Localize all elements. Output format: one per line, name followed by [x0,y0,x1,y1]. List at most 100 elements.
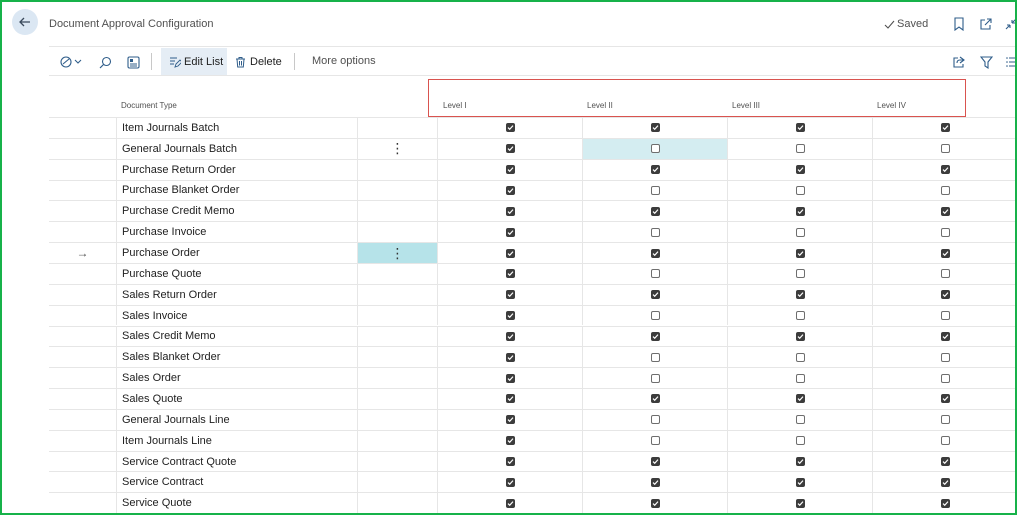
level-checkbox[interactable] [940,436,950,446]
back-button[interactable] [12,9,38,35]
row-actions-cell[interactable] [358,201,438,222]
table-row[interactable]: Sales Order [49,367,1015,389]
table-row[interactable]: Sales Invoice [49,304,1015,326]
level-checkbox[interactable] [505,457,515,467]
level-checkbox[interactable] [650,185,660,195]
level-checkbox[interactable] [940,248,950,258]
table-row[interactable]: Sales Quote [49,388,1015,409]
table-row[interactable]: → Purchase Order ⋮ [49,242,1015,263]
level-checkbox[interactable] [505,290,515,300]
level-checkbox[interactable] [505,352,515,362]
level-checkbox[interactable] [650,477,660,487]
level-checkbox[interactable] [795,206,805,216]
level-checkbox[interactable] [940,123,950,133]
level-checkbox[interactable] [650,165,660,175]
document-type-cell[interactable]: Purchase Invoice [117,222,358,243]
level-checkbox[interactable] [795,227,805,237]
level-checkbox[interactable] [940,269,950,279]
level-checkbox[interactable] [795,498,805,508]
level-checkbox[interactable] [505,123,515,133]
document-type-cell[interactable]: General Journals Batch [117,138,358,159]
level-checkbox[interactable] [505,373,515,383]
row-actions-cell[interactable] [358,284,438,305]
bookmark-icon[interactable] [951,16,967,32]
level-checkbox[interactable] [795,331,805,341]
level-checkbox[interactable] [505,477,515,487]
document-type-cell[interactable]: Item Journals Line [117,430,358,451]
level-checkbox[interactable] [650,498,660,508]
level-checkbox[interactable] [650,331,660,341]
level-checkbox[interactable] [795,290,805,300]
filter-button[interactable] [978,53,994,71]
level-checkbox[interactable] [650,227,660,237]
table-row[interactable]: Purchase Quote [49,262,1015,284]
level-checkbox[interactable] [940,477,950,487]
more-options-button[interactable]: More options [312,55,376,67]
level-checkbox[interactable] [505,144,515,154]
table-row[interactable]: Item Journals Batch [49,117,1015,138]
level-checkbox[interactable] [795,394,805,404]
row-actions-cell[interactable] [358,451,438,472]
document-type-cell[interactable]: Sales Order [117,368,358,389]
edit-list-button[interactable]: Edit List [161,48,227,75]
row-actions-cell[interactable] [358,472,438,493]
level-checkbox[interactable] [940,227,950,237]
level-checkbox[interactable] [795,436,805,446]
document-type-cell[interactable]: Sales Invoice [117,305,358,326]
level-checkbox[interactable] [505,227,515,237]
row-actions-cell[interactable] [358,222,438,243]
level-checkbox[interactable] [940,331,950,341]
level-checkbox[interactable] [650,352,660,362]
level-checkbox[interactable] [505,436,515,446]
document-type-cell[interactable]: Sales Return Order [117,284,358,305]
document-type-cell[interactable]: Purchase Order [117,243,358,263]
level-checkbox[interactable] [650,457,660,467]
row-actions-cell[interactable] [358,389,438,409]
document-type-cell[interactable]: Purchase Quote [117,263,358,284]
row-actions-cell[interactable] [358,118,438,138]
level-checkbox[interactable] [505,331,515,341]
level-checkbox[interactable] [795,269,805,279]
level-checkbox[interactable] [650,290,660,300]
level-checkbox[interactable] [940,415,950,425]
collapse-icon[interactable] [1003,16,1015,32]
level-checkbox[interactable] [505,415,515,425]
level-checkbox[interactable] [940,206,950,216]
level-checkbox[interactable] [505,394,515,404]
row-actions-cell[interactable] [358,326,438,347]
document-type-cell[interactable]: Purchase Blanket Order [117,180,358,201]
table-row[interactable]: Purchase Blanket Order [49,179,1015,201]
level-checkbox[interactable] [940,311,950,321]
table-row[interactable]: Service Contract [49,471,1015,493]
level-checkbox[interactable] [940,373,950,383]
level-checkbox[interactable] [940,394,950,404]
view-options-button[interactable] [59,53,87,71]
level-checkbox[interactable] [795,415,805,425]
document-type-cell[interactable]: General Journals Line [117,409,358,430]
level-checkbox[interactable] [795,248,805,258]
search-button[interactable] [97,53,113,71]
level-checkbox[interactable] [940,352,950,362]
level-checkbox[interactable] [795,477,805,487]
level-checkbox[interactable] [505,206,515,216]
level-checkbox[interactable] [650,206,660,216]
level-checkbox[interactable] [505,269,515,279]
table-row[interactable]: Purchase Invoice [49,221,1015,243]
level-checkbox[interactable] [650,144,660,154]
level-checkbox[interactable] [795,123,805,133]
row-actions-cell[interactable] [358,180,438,201]
table-row[interactable]: Service Contract Quote [49,450,1015,472]
document-type-cell[interactable]: Purchase Return Order [117,159,358,180]
layout-button[interactable] [125,53,141,71]
level-checkbox[interactable] [650,373,660,383]
table-row[interactable]: Sales Blanket Order [49,346,1015,368]
table-row[interactable]: Service Quote [49,492,1015,513]
row-actions-cell[interactable] [358,409,438,430]
level-checkbox[interactable] [795,165,805,175]
level-checkbox[interactable] [650,248,660,258]
level-checkbox[interactable] [795,311,805,321]
level-checkbox[interactable] [650,436,660,446]
level-checkbox[interactable] [505,311,515,321]
document-type-cell[interactable]: Sales Blanket Order [117,347,358,368]
level-checkbox[interactable] [650,311,660,321]
